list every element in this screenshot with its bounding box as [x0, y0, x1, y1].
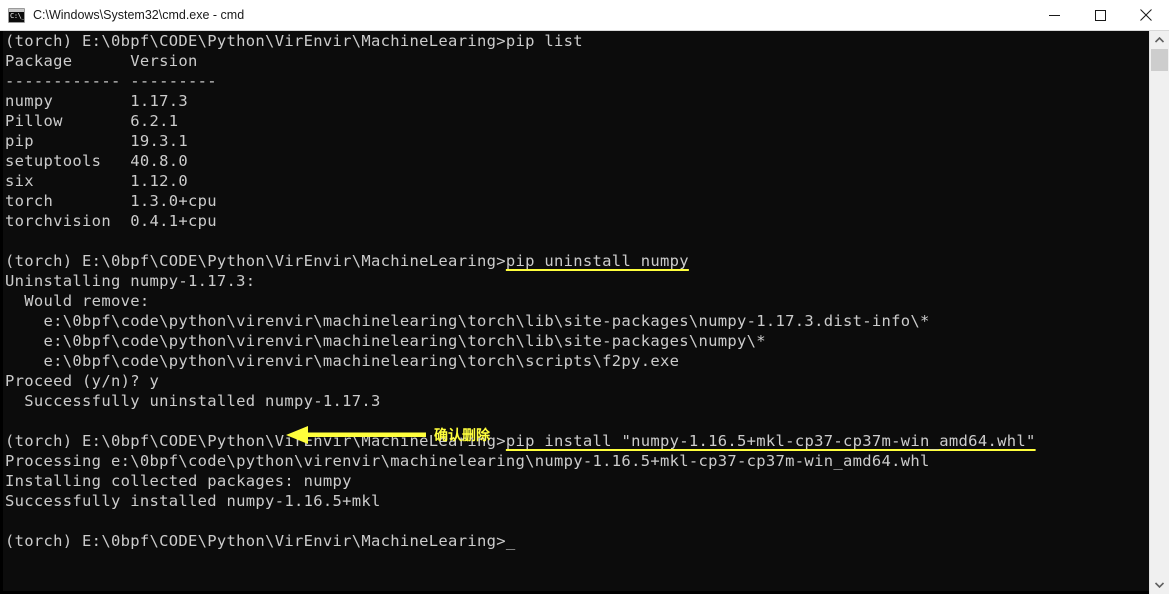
vertical-scrollbar[interactable] — [1149, 31, 1169, 594]
console-line-text: (torch) E:\0bpf\CODE\Python\VirEnvir\Mac… — [5, 252, 506, 270]
console-line: e:\0bpf\code\python\virenvir\machinelear… — [3, 331, 1145, 351]
console-line: (torch) E:\0bpf\CODE\Python\VirEnvir\Mac… — [3, 251, 1145, 271]
console-line: torch 1.3.0+cpu — [3, 191, 1145, 211]
console-line-text: pip 19.3.1 — [5, 132, 189, 150]
console-line-text: Processing e:\0bpf\code\python\virenvir\… — [5, 452, 930, 470]
console-line: (torch) E:\0bpf\CODE\Python\VirEnvir\Mac… — [3, 431, 1145, 451]
close-icon — [1140, 9, 1152, 21]
console-line-text: numpy 1.17.3 — [5, 92, 189, 110]
console-line: six 1.12.0 — [3, 171, 1145, 191]
console-line: Uninstalling numpy-1.17.3: — [3, 271, 1145, 291]
highlighted-command: pip install "numpy-1.16.5+mkl-cp37-cp37m… — [505, 432, 1036, 450]
window-title: C:\Windows\System32\cmd.exe - cmd — [33, 8, 245, 22]
console-line: ------------ --------- — [3, 71, 1145, 91]
minimize-icon — [1048, 14, 1060, 16]
cmd-window: C:\_ C:\Windows\System32\cmd.exe - cmd (… — [0, 0, 1169, 594]
chevron-up-icon — [1155, 37, 1164, 43]
console-line-text: (torch) E:\0bpf\CODE\Python\VirEnvir\Mac… — [5, 532, 506, 550]
cmd-app-icon: C:\_ — [8, 7, 25, 23]
scrollbar-thumb[interactable] — [1151, 49, 1168, 71]
console-output[interactable]: (torch) E:\0bpf\CODE\Python\VirEnvir\Mac… — [3, 31, 1145, 591]
text-cursor: _ — [505, 532, 516, 550]
console-line-text: Proceed (y/n)? y — [5, 372, 160, 390]
console-line-text: Successfully uninstalled numpy-1.17.3 — [5, 392, 381, 410]
scrollbar-track[interactable] — [1150, 49, 1169, 576]
close-button[interactable] — [1123, 0, 1169, 30]
console-line-text: torch 1.3.0+cpu — [5, 192, 217, 210]
console-line-text: e:\0bpf\code\python\virenvir\machinelear… — [5, 332, 766, 350]
console-line: Would remove: — [3, 291, 1145, 311]
console-line-text — [5, 232, 15, 250]
scroll-down-button[interactable] — [1150, 576, 1169, 594]
console-line: Processing e:\0bpf\code\python\virenvir\… — [3, 451, 1145, 471]
cmd-app-icon-label: C:\_ — [10, 11, 25, 20]
console-line-text: setuptools 40.8.0 — [5, 152, 189, 170]
console-line: numpy 1.17.3 — [3, 91, 1145, 111]
console-line-text: e:\0bpf\code\python\virenvir\machinelear… — [5, 352, 680, 370]
console-line-text: Installing collected packages: numpy — [5, 472, 352, 490]
console-line: e:\0bpf\code\python\virenvir\machinelear… — [3, 311, 1145, 331]
console-line — [3, 511, 1145, 531]
console-line — [3, 411, 1145, 431]
scroll-up-button[interactable] — [1150, 31, 1169, 49]
console-line-text: Pillow 6.2.1 — [5, 112, 179, 130]
console-line: e:\0bpf\code\python\virenvir\machinelear… — [3, 351, 1145, 371]
console-line: (torch) E:\0bpf\CODE\Python\VirEnvir\Mac… — [3, 531, 1145, 551]
console-line: torchvision 0.4.1+cpu — [3, 211, 1145, 231]
console-line-text: Would remove: — [5, 292, 150, 310]
console-line-text: six 1.12.0 — [5, 172, 189, 190]
console-line-text: Successfully installed numpy-1.16.5+mkl — [5, 492, 381, 510]
console-line-text: (torch) E:\0bpf\CODE\Python\VirEnvir\Mac… — [5, 32, 583, 50]
console-line: (torch) E:\0bpf\CODE\Python\VirEnvir\Mac… — [3, 31, 1145, 51]
console-line-text: ------------ --------- — [5, 72, 217, 90]
chevron-down-icon — [1155, 582, 1164, 588]
console-line: Package Version — [3, 51, 1145, 71]
console-line: setuptools 40.8.0 — [3, 151, 1145, 171]
console-line: Pillow 6.2.1 — [3, 111, 1145, 131]
console-line-text: e:\0bpf\code\python\virenvir\machinelear… — [5, 312, 930, 330]
maximize-icon — [1094, 9, 1106, 21]
console-line-text: Package Version — [5, 52, 198, 70]
minimize-button[interactable] — [1031, 0, 1077, 30]
console-line: Successfully installed numpy-1.16.5+mkl — [3, 491, 1145, 511]
console-line-text: (torch) E:\0bpf\CODE\Python\VirEnvir\Mac… — [5, 432, 506, 450]
console-line: Successfully uninstalled numpy-1.17.3 — [3, 391, 1145, 411]
console-line: Proceed (y/n)? y — [3, 371, 1145, 391]
console-line-text — [5, 412, 15, 430]
console-line-text: Uninstalling numpy-1.17.3: — [5, 272, 256, 290]
console-line-text: torchvision 0.4.1+cpu — [5, 212, 217, 230]
maximize-button[interactable] — [1077, 0, 1123, 30]
terminal-body[interactable]: (torch) E:\0bpf\CODE\Python\VirEnvir\Mac… — [0, 31, 1169, 594]
console-line — [3, 231, 1145, 251]
console-line: Installing collected packages: numpy — [3, 471, 1145, 491]
highlighted-command: pip uninstall numpy — [505, 252, 689, 270]
window-titlebar[interactable]: C:\_ C:\Windows\System32\cmd.exe - cmd — [0, 0, 1169, 31]
console-line-text — [5, 512, 15, 530]
console-line: pip 19.3.1 — [3, 131, 1145, 151]
